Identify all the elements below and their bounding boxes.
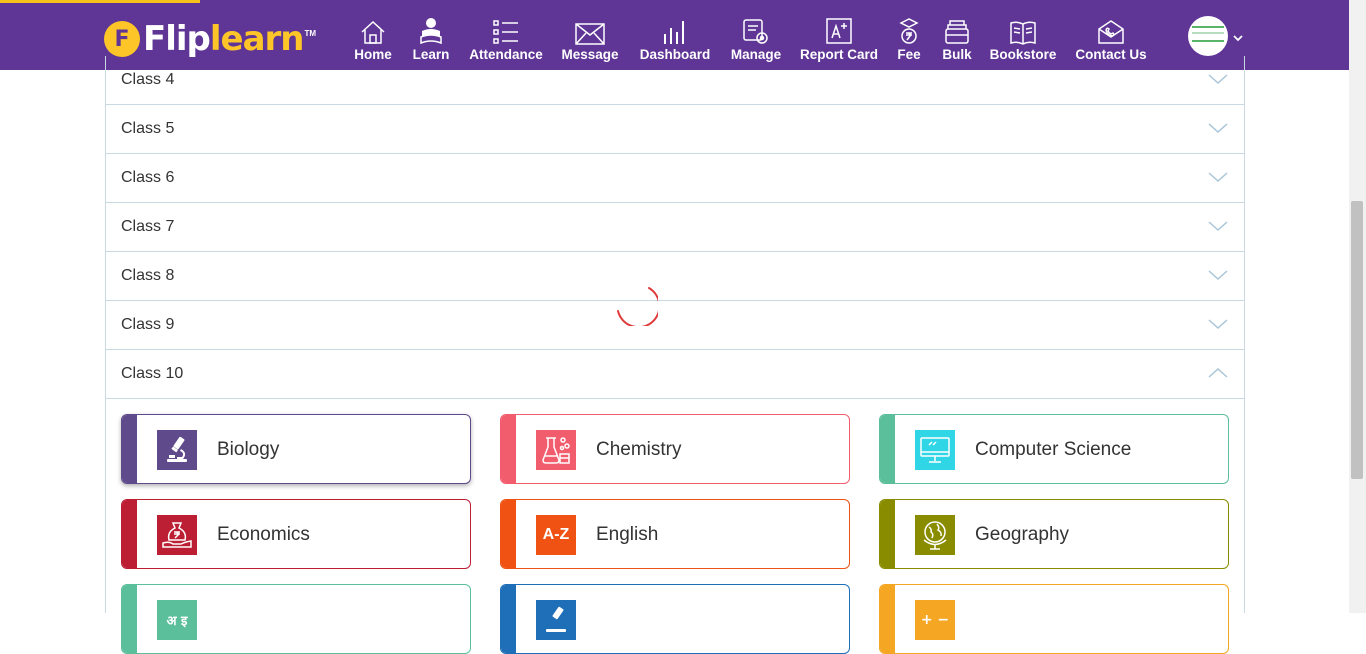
science-icon bbox=[536, 600, 576, 640]
subject-card-biology[interactable]: Biology bbox=[121, 414, 471, 484]
fee-icon bbox=[896, 17, 922, 45]
class-row-6[interactable]: Class 6 bbox=[106, 154, 1244, 203]
class-row-10[interactable]: Class 10 bbox=[106, 350, 1244, 399]
subject-card-mathematics[interactable]: + − bbox=[879, 584, 1229, 654]
attendance-icon bbox=[493, 17, 519, 45]
class-row-9[interactable]: Class 9 bbox=[106, 301, 1244, 350]
subject-card-computer-science[interactable]: Computer Science bbox=[879, 414, 1229, 484]
dashboard-icon bbox=[662, 17, 688, 45]
subject-card-geography[interactable]: Geography bbox=[879, 499, 1229, 569]
class-row-8[interactable]: Class 8 bbox=[106, 252, 1244, 301]
bulk-icon bbox=[944, 17, 970, 45]
home-icon bbox=[360, 17, 386, 45]
class-accordion: Class 4 Class 5 Class 6 Class 7 Class 8 … bbox=[105, 56, 1245, 654]
learn-icon bbox=[418, 17, 444, 45]
chevron-down-icon[interactable] bbox=[1208, 72, 1228, 90]
chevron-down-icon[interactable] bbox=[1233, 29, 1243, 47]
flask-icon bbox=[536, 430, 576, 470]
page-load-progress bbox=[0, 0, 200, 3]
chevron-down-icon[interactable] bbox=[1208, 268, 1228, 286]
money-bag-icon bbox=[157, 515, 197, 555]
subject-card-english[interactable]: A-Z English bbox=[500, 499, 850, 569]
subject-card-hindi[interactable]: अ इ bbox=[121, 584, 471, 654]
fliplearn-logo[interactable]: F Fliplearn TM bbox=[104, 19, 316, 59]
alphabet-icon: A-Z bbox=[536, 515, 576, 555]
bookstore-icon bbox=[1009, 17, 1037, 45]
class-row-5[interactable]: Class 5 bbox=[106, 105, 1244, 154]
chevron-down-icon[interactable] bbox=[1208, 219, 1228, 237]
subject-card-chemistry[interactable]: Chemistry bbox=[500, 414, 850, 484]
scrollbar-thumb[interactable] bbox=[1351, 201, 1363, 479]
logo-mark: F bbox=[104, 21, 140, 57]
contact-icon bbox=[1097, 17, 1125, 45]
subject-card-economics[interactable]: Economics bbox=[121, 499, 471, 569]
subject-card-science[interactable] bbox=[500, 584, 850, 654]
math-icon: + − bbox=[915, 600, 955, 640]
chevron-up-icon[interactable] bbox=[1208, 366, 1228, 384]
class-row-7[interactable]: Class 7 bbox=[106, 203, 1244, 252]
loading-spinner bbox=[612, 280, 661, 329]
message-icon bbox=[575, 17, 605, 45]
avatar[interactable] bbox=[1188, 16, 1228, 56]
monitor-icon bbox=[915, 430, 955, 470]
report-card-icon bbox=[826, 17, 852, 45]
chevron-down-icon[interactable] bbox=[1208, 317, 1228, 335]
microscope-icon bbox=[157, 430, 197, 470]
chevron-down-icon[interactable] bbox=[1208, 121, 1228, 139]
hindi-icon: अ इ bbox=[157, 600, 197, 640]
class-row-4[interactable]: Class 4 bbox=[106, 56, 1244, 105]
manage-icon bbox=[742, 17, 770, 45]
chevron-down-icon[interactable] bbox=[1208, 170, 1228, 188]
globe-icon bbox=[915, 515, 955, 555]
